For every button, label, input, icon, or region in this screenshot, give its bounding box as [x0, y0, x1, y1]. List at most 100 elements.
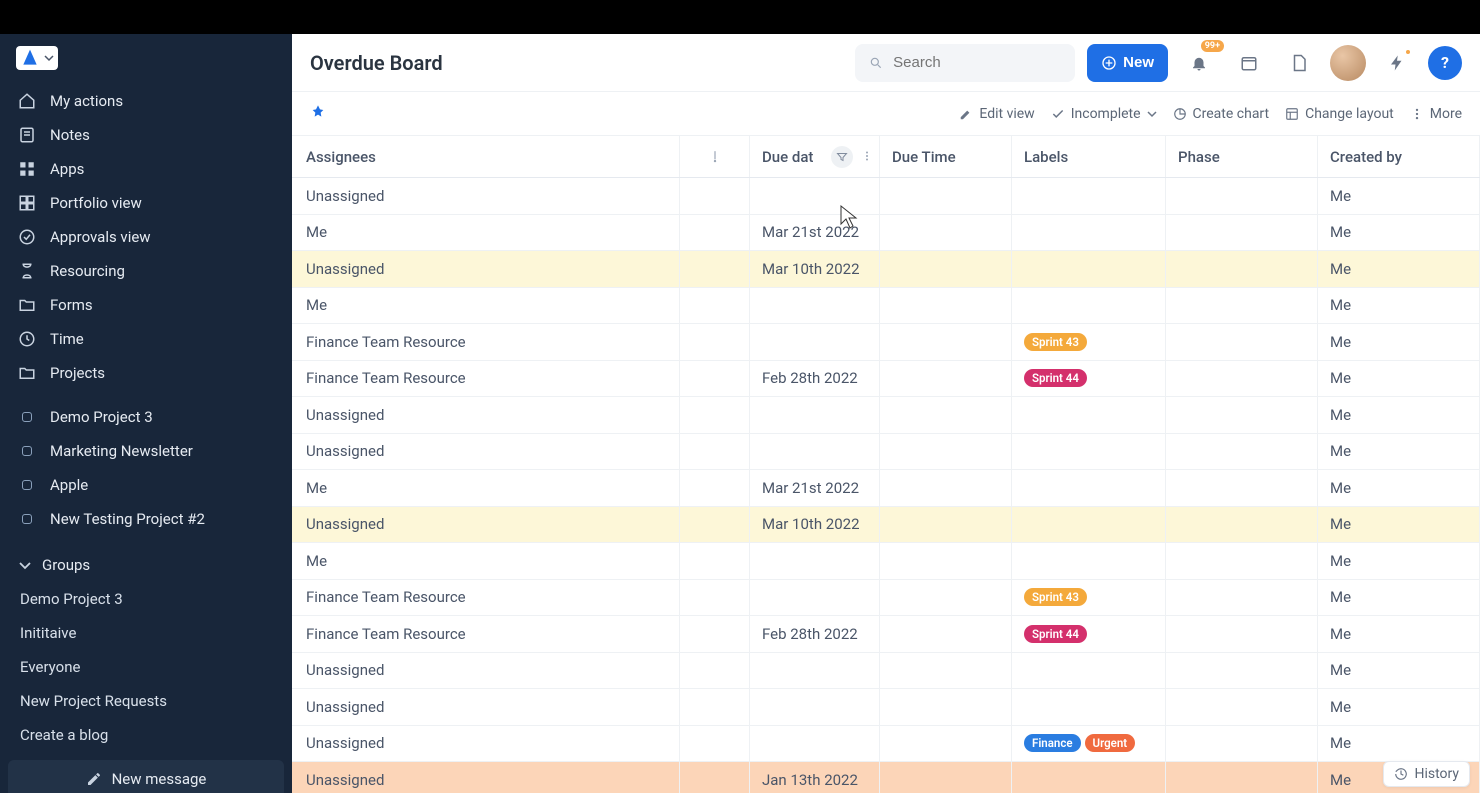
cell-assignee[interactable]: Finance Team Resource — [292, 616, 680, 652]
cell-labels[interactable]: Sprint 43 — [1012, 324, 1166, 360]
cell-due-date[interactable] — [750, 434, 880, 470]
cell-due-time[interactable] — [880, 397, 1012, 433]
table-row[interactable]: Unassigned Me — [292, 178, 1480, 215]
cell-phase[interactable] — [1166, 470, 1318, 506]
cell-due-time[interactable] — [880, 726, 1012, 762]
cell-assignee[interactable]: Unassigned — [292, 726, 680, 762]
cell-labels[interactable] — [1012, 762, 1166, 793]
cell-created-by[interactable]: Me — [1318, 251, 1480, 287]
cell-assignee[interactable]: Finance Team Resource — [292, 580, 680, 616]
table-row[interactable]: Unassigned FinanceUrgent Me — [292, 726, 1480, 763]
cell-assignee[interactable]: Unassigned — [292, 178, 680, 214]
cell-due-time[interactable] — [880, 653, 1012, 689]
cell-assignee[interactable]: Finance Team Resource — [292, 324, 680, 360]
sidebar-item-apps[interactable]: Apps — [0, 152, 292, 186]
cell-labels[interactable]: Sprint 44 — [1012, 361, 1166, 397]
cell-assignee[interactable]: Unassigned — [292, 762, 680, 793]
table-row[interactable]: Unassigned Me — [292, 434, 1480, 471]
cell-assignee[interactable]: Me — [292, 288, 680, 324]
cell-due-time[interactable] — [880, 762, 1012, 793]
sidebar-project-item[interactable]: Marketing Newsletter — [0, 434, 292, 468]
cell-phase[interactable] — [1166, 397, 1318, 433]
table-row[interactable]: Me Mar 21st 2022 Me — [292, 215, 1480, 252]
col-header-due-time[interactable]: Due Time — [880, 136, 1012, 177]
groups-toggle[interactable]: Groups — [0, 542, 292, 582]
avatar[interactable] — [1330, 45, 1366, 81]
cell-due-time[interactable] — [880, 580, 1012, 616]
cell-pin[interactable] — [680, 616, 750, 652]
cell-labels[interactable] — [1012, 507, 1166, 543]
cell-labels[interactable] — [1012, 178, 1166, 214]
table-row[interactable]: Unassigned Me — [292, 397, 1480, 434]
sidebar-item-resourcing[interactable]: Resourcing — [0, 254, 292, 288]
cell-created-by[interactable]: Me — [1318, 507, 1480, 543]
cell-due-date[interactable] — [750, 178, 880, 214]
cell-created-by[interactable]: Me — [1318, 178, 1480, 214]
cell-phase[interactable] — [1166, 543, 1318, 579]
label-pill[interactable]: Sprint 43 — [1024, 333, 1087, 351]
group-item[interactable]: Demo Project 3 — [0, 582, 292, 616]
col-header-assignees[interactable]: Assignees — [292, 136, 680, 177]
sidebar-item-forms[interactable]: Forms — [0, 288, 292, 322]
cell-due-date[interactable]: Mar 10th 2022 — [750, 507, 880, 543]
cell-pin[interactable] — [680, 215, 750, 251]
cell-pin[interactable] — [680, 507, 750, 543]
cell-due-time[interactable] — [880, 543, 1012, 579]
cell-due-time[interactable] — [880, 470, 1012, 506]
cell-labels[interactable] — [1012, 653, 1166, 689]
table-row[interactable]: Me Mar 21st 2022 Me — [292, 470, 1480, 507]
cell-due-date[interactable]: Feb 28th 2022 — [750, 361, 880, 397]
sidebar-item-time[interactable]: Time — [0, 322, 292, 356]
cell-created-by[interactable]: Me — [1318, 653, 1480, 689]
cell-due-date[interactable]: Feb 28th 2022 — [750, 616, 880, 652]
cell-pin[interactable] — [680, 470, 750, 506]
cell-created-by[interactable]: Me — [1318, 288, 1480, 324]
sidebar-item-approvals-view[interactable]: Approvals view — [0, 220, 292, 254]
cell-due-time[interactable] — [880, 251, 1012, 287]
cell-pin[interactable] — [680, 762, 750, 793]
table-row[interactable]: Finance Team Resource Feb 28th 2022 Spri… — [292, 616, 1480, 653]
sidebar-item-portfolio-view[interactable]: Portfolio view — [0, 186, 292, 220]
sidebar-item-projects[interactable]: Projects — [0, 356, 292, 390]
cell-assignee[interactable]: Unassigned — [292, 434, 680, 470]
bolt-button[interactable] — [1378, 44, 1416, 82]
sidebar-project-item[interactable]: Demo Project 3 — [0, 400, 292, 434]
cell-labels[interactable] — [1012, 397, 1166, 433]
cell-due-time[interactable] — [880, 324, 1012, 360]
cell-due-date[interactable]: Mar 21st 2022 — [750, 470, 880, 506]
change-layout-button[interactable]: Change layout — [1285, 106, 1394, 122]
notifications-button[interactable]: 99+ — [1180, 44, 1218, 82]
cell-due-date[interactable] — [750, 689, 880, 725]
sidebar-project-item[interactable]: Apple — [0, 468, 292, 502]
cell-pin[interactable] — [680, 653, 750, 689]
label-pill[interactable]: Sprint 43 — [1024, 588, 1087, 606]
label-pill[interactable]: Sprint 44 — [1024, 625, 1087, 643]
cell-due-date[interactable]: Mar 10th 2022 — [750, 251, 880, 287]
cell-pin[interactable] — [680, 726, 750, 762]
cell-assignee[interactable]: Unassigned — [292, 507, 680, 543]
cell-due-date[interactable] — [750, 288, 880, 324]
pin-button[interactable] — [310, 104, 326, 124]
cell-phase[interactable] — [1166, 507, 1318, 543]
cell-created-by[interactable]: Me — [1318, 726, 1480, 762]
cell-pin[interactable] — [680, 397, 750, 433]
app-logo[interactable] — [16, 46, 58, 70]
cell-phase[interactable] — [1166, 178, 1318, 214]
group-item[interactable]: New Project Requests — [0, 684, 292, 718]
cell-pin[interactable] — [680, 580, 750, 616]
cell-created-by[interactable]: Me — [1318, 434, 1480, 470]
create-chart-button[interactable]: Create chart — [1173, 106, 1270, 122]
col-header-pin[interactable] — [680, 136, 750, 177]
cell-phase[interactable] — [1166, 215, 1318, 251]
col-header-phase[interactable]: Phase — [1166, 136, 1318, 177]
cell-labels[interactable] — [1012, 434, 1166, 470]
cell-due-date[interactable] — [750, 580, 880, 616]
label-pill[interactable]: Finance — [1024, 734, 1081, 752]
label-pill[interactable]: Urgent — [1085, 734, 1136, 752]
col-header-labels[interactable]: Labels — [1012, 136, 1166, 177]
table-row[interactable]: Finance Team Resource Sprint 43 Me — [292, 324, 1480, 361]
cell-due-date[interactable]: Mar 21st 2022 — [750, 215, 880, 251]
group-item[interactable]: Create a blog — [0, 718, 292, 752]
cell-due-date[interactable] — [750, 543, 880, 579]
cell-phase[interactable] — [1166, 616, 1318, 652]
